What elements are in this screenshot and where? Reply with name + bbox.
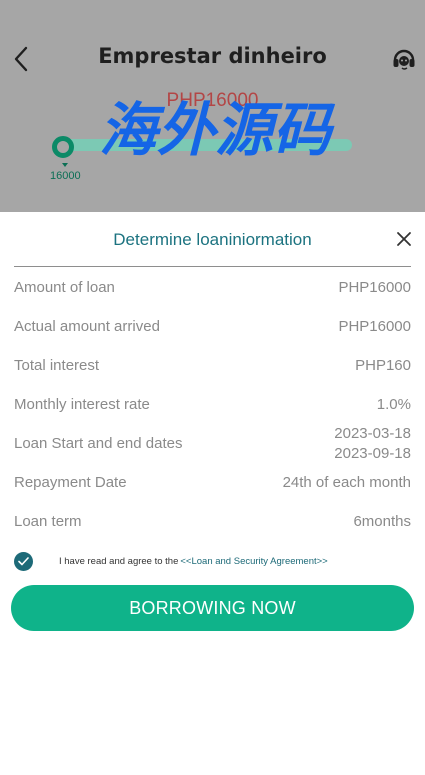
detail-value: 1.0% [376, 396, 411, 413]
detail-value: PHP16000 [338, 279, 411, 296]
agreement-row: I have read and agree to the <<Loan and … [14, 550, 414, 572]
top-bar: Emprestar dinheiro [0, 36, 425, 82]
checkmark-icon [18, 556, 29, 565]
watermark-text: 海外源码 [99, 96, 336, 164]
detail-value: PHP16000 [338, 318, 411, 335]
slider-min-label: 16000 [50, 170, 81, 182]
end-date: 2023-09-18 [334, 444, 411, 462]
detail-row-total-interest: Total interest PHP160 [14, 346, 411, 385]
loan-details: Amount of loan PHP16000 Actual amount ar… [14, 268, 411, 541]
detail-label: Actual amount arrived [14, 318, 160, 335]
detail-value: 24th of each month [282, 474, 411, 491]
agreement-text: I have read and agree to the [59, 555, 179, 567]
detail-value: 6months [353, 513, 411, 530]
detail-label: Loan Start and end dates [14, 435, 183, 452]
detail-value-dates: 2023-03-18 2023-09-18 [334, 424, 411, 464]
divider [14, 266, 411, 267]
detail-label: Amount of loan [14, 279, 115, 296]
loan-info-sheet: Determine loaniniormation Amount of loan… [0, 212, 425, 775]
watermark-logo: 海外源码 [99, 96, 336, 164]
support-button[interactable] [389, 44, 419, 74]
detail-row-dates: Loan Start and end dates 2023-03-18 2023… [14, 424, 411, 463]
detail-row-interest-rate: Monthly interest rate 1.0% [14, 385, 411, 424]
sheet-title: Determine loaniniormation [113, 230, 312, 249]
close-icon [397, 232, 411, 246]
detail-row-amount: Amount of loan PHP16000 [14, 268, 411, 307]
detail-row-repayment-date: Repayment Date 24th of each month [14, 463, 411, 502]
detail-value: PHP160 [355, 357, 411, 374]
borrow-now-button[interactable]: BORROWING NOW [11, 585, 414, 631]
page-title: Emprestar dinheiro [98, 44, 327, 68]
agreement-link[interactable]: <<Loan and Security Agreement>> [180, 556, 327, 567]
background-page: Emprestar dinheiro PHP16000 16000 海外源码 [0, 0, 425, 212]
start-date: 2023-03-18 [334, 424, 411, 442]
detail-label: Loan term [14, 513, 82, 530]
close-button[interactable] [393, 228, 415, 250]
detail-label: Total interest [14, 357, 100, 374]
detail-row-loan-term: Loan term 6months [14, 502, 411, 541]
detail-label: Repayment Date [14, 474, 127, 491]
headset-icon [393, 49, 415, 70]
detail-label: Monthly interest rate [14, 396, 150, 413]
agreement-checkbox[interactable] [14, 551, 33, 571]
detail-row-actual-amount: Actual amount arrived PHP16000 [14, 307, 411, 346]
